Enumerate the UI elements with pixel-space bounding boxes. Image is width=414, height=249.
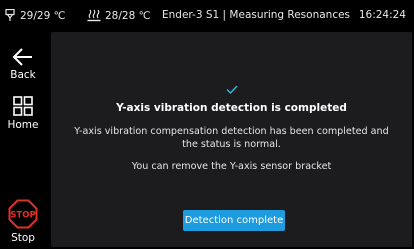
back-button[interactable]: Back [0,48,46,81]
page-title: Ender-3 S1 | Measuring Resonances [162,9,351,21]
bed-temperature: 28/28 ℃ [87,9,150,22]
stop-label: Stop [11,232,35,244]
dialog-hint: You can remove the Y-axis sensor bracket [131,161,332,172]
back-arrow-icon [12,48,32,66]
dialog-message: Y-axis vibration compensation detection … [74,126,389,150]
nozzle-icon [5,9,15,21]
status-bar: 29/29 ℃ 28/28 ℃ Ender-3 S1 | Measuring R… [0,0,414,32]
stop-icon-text: STOP [10,211,35,221]
dialog-title: Y-axis vibration detection is completed [116,102,347,114]
result-dialog: Y-axis vibration detection is completed … [51,32,412,247]
home-button[interactable]: Home [0,96,46,131]
nozzle-temp-value: 29/29 ℃ [20,9,66,22]
sidebar: Back Home STOP Stop [0,32,46,249]
back-label: Back [10,69,36,81]
nozzle-temperature: 29/29 ℃ [4,9,65,22]
checkmark-icon [226,85,238,94]
stop-icon: STOP [8,199,38,229]
stop-button[interactable]: STOP Stop [0,199,46,244]
home-grid-icon [13,96,33,116]
home-label: Home [7,119,39,131]
bed-temp-value: 28/28 ℃ [105,9,151,22]
clock: 16:24:24 [358,9,406,21]
detection-complete-button[interactable]: Detection complete [183,210,285,231]
heated-bed-icon [87,9,101,22]
